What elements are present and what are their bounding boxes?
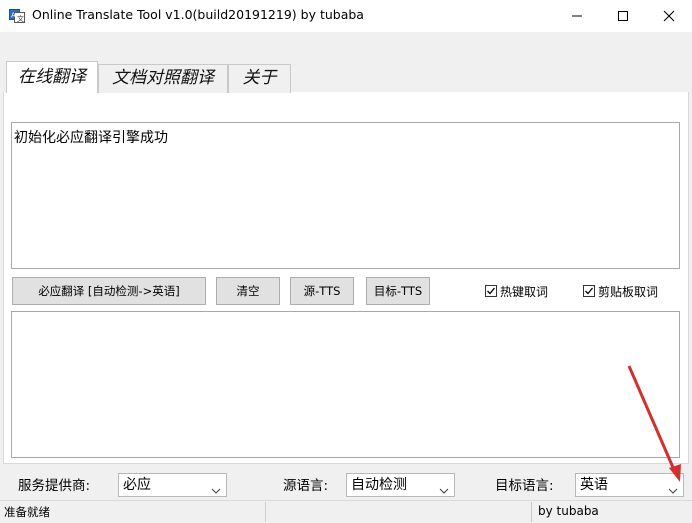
target-language-label: 目标语言: (495, 478, 554, 494)
source-language-select[interactable]: 自动检测 (346, 473, 455, 497)
checkbox-checked-icon (485, 285, 497, 297)
status-text: 准备就绪 (4, 505, 50, 519)
close-button[interactable] (646, 0, 692, 32)
status-author: by tubaba (538, 504, 599, 518)
hotkey-capture-checkbox[interactable]: 热键取词 (485, 283, 548, 299)
maximize-button[interactable] (600, 0, 646, 32)
result-text-area[interactable] (11, 311, 680, 458)
source-text: 初始化必应翻译引擎成功 (14, 130, 168, 146)
chevron-down-icon (439, 480, 449, 502)
tab-online-translate[interactable]: 在线翻译 (6, 61, 98, 93)
target-tts-button[interactable]: 目标-TTS (366, 277, 430, 305)
status-divider (265, 502, 266, 522)
source-language-label: 源语言: (283, 478, 329, 494)
window-title: Online Translate Tool v1.0(build20191219… (32, 7, 364, 22)
target-language-value: 英语 (580, 477, 608, 493)
tab-about[interactable]: 关于 (228, 64, 291, 93)
minimize-icon (571, 10, 583, 22)
provider-value: 必应 (123, 477, 151, 493)
translate-app-icon: A 文 (9, 8, 25, 24)
source-tts-button[interactable]: 源-TTS (290, 277, 354, 305)
maximize-icon (617, 10, 629, 22)
provider-label: 服务提供商: (18, 478, 91, 494)
checkbox-checked-icon (583, 285, 595, 297)
source-language-value: 自动检测 (351, 477, 407, 493)
provider-select[interactable]: 必应 (118, 473, 227, 497)
svg-text:A: A (11, 12, 16, 20)
source-text-area[interactable]: 初始化必应翻译引擎成功 (11, 122, 680, 269)
checkbox-label: 剪贴板取词 (598, 284, 659, 299)
tab-document-translate[interactable]: 文档对照翻译 (98, 64, 228, 93)
close-icon (663, 10, 675, 22)
clipboard-capture-checkbox[interactable]: 剪贴板取词 (583, 283, 658, 299)
translate-button[interactable]: 必应翻译 [自动检测->英语] (12, 277, 206, 305)
checkbox-label: 热键取词 (500, 284, 549, 299)
chevron-down-icon (211, 480, 221, 502)
status-divider (531, 502, 532, 522)
annotation-arrow-icon (620, 360, 690, 490)
minimize-button[interactable] (554, 0, 600, 32)
clear-button[interactable]: 清空 (216, 277, 280, 305)
svg-text:文: 文 (17, 14, 24, 23)
